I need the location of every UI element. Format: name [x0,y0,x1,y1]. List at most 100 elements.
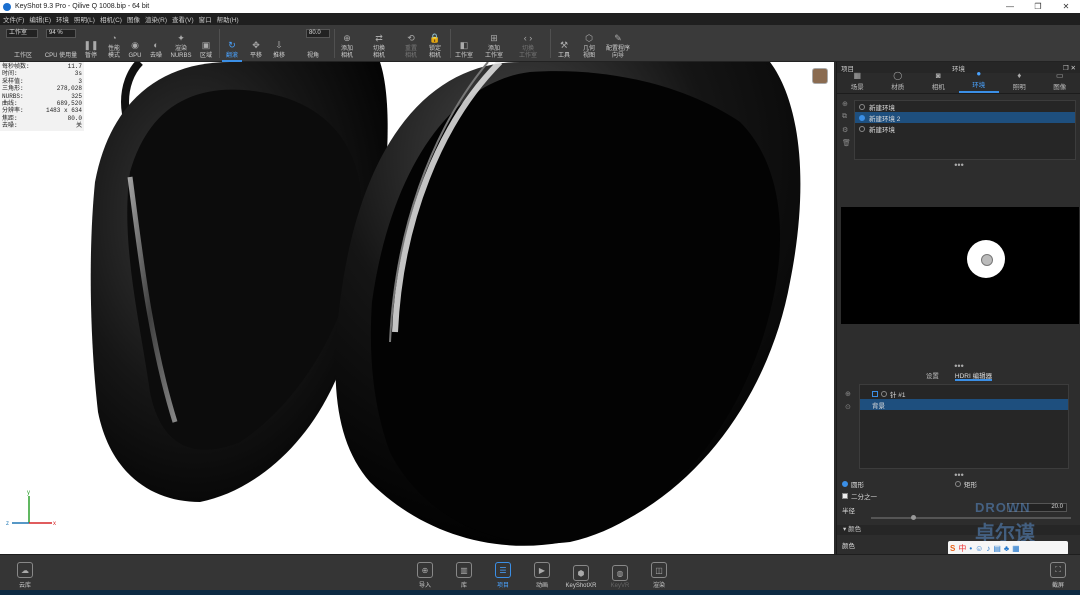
cpu-usage-button[interactable]: CPU 使用量 [43,27,79,60]
tab-environment[interactable]: ● 环境 [958,69,999,93]
cloud-icon: ☁ [17,562,33,578]
stat-value: 3s [74,70,82,78]
perspective-button[interactable]: 视角 [296,27,330,60]
screenshot-button[interactable]: ⛶ 截屏 [1043,559,1073,589]
target-icon[interactable]: ⊙ [845,401,851,414]
environment-name: 新建环境 [869,126,895,134]
menu-window[interactable]: 窗口 [199,14,212,24]
hdri-preview[interactable] [841,207,1079,324]
dolly-button[interactable]: ⇩ 推移 [269,27,289,60]
tab-image-label: 图像 [1053,84,1067,91]
add-camera-button[interactable]: ⊕ 添加 相机 [336,27,358,60]
stat-value: 1483 x 634 [45,107,82,115]
shape-round-option[interactable]: 圆形 [842,479,864,489]
panel-title-project: 项目 [841,65,854,73]
render-viewport[interactable]: 每秒帧数: 11.7 时间: 3s 采样值: 3 三角形: 278,028 NURBS:… [0,62,834,554]
menu-camera[interactable]: 相机(C) [100,14,122,24]
keyshot-logo-icon [3,2,11,11]
panel-window-controls[interactable]: ❐ ✕ [1063,64,1076,72]
hdri-side-tools: ⊕ ⊙ [845,388,851,414]
splitter-handle[interactable]: ••• [837,362,1080,371]
delete-icon[interactable]: 🗑 [842,139,852,152]
menu-image[interactable]: 图像 [127,14,140,24]
menu-lighting[interactable]: 照明(L) [74,14,95,24]
ime-toolbar[interactable]: S 中 • ☺ ♪ ▤ ♣ ▦ [948,541,1068,555]
cloud-library-button[interactable]: ☁ 云库 [10,559,40,589]
ribbon-toolbar: 工作室 工作区 94 % CPU 使用量 ❚❚ 暂停 ◔ 性能 模式 ◉ GPU ◐ 去… [0,25,1080,62]
viewport-overlay-button[interactable] [812,68,828,84]
tab-lighting[interactable]: ♦ 照明 [999,71,1040,93]
keyvr-label: KeyVR [610,583,630,589]
menu-environment[interactable]: 环境 [56,14,69,24]
half-checkbox[interactable]: 二分之一 [842,491,877,501]
region-button[interactable]: ▣ 区域 [196,27,216,60]
render-nurbs-button[interactable]: ✦ 渲染 NURBS [169,27,193,60]
gpu-label: GPU [128,53,142,59]
list-item[interactable]: 针 #1 [860,388,1068,399]
denoise-button[interactable]: ◐ 去噪 [146,27,166,60]
tab-scene[interactable]: ▦ 场景 [837,71,878,93]
ime-keyboard-icon: ▤ [993,543,1001,553]
pause-button[interactable]: ❚❚ 暂停 [82,27,100,60]
tumble-icon: ↻ [228,39,236,50]
render-button[interactable]: ◫ 渲染 [644,559,674,589]
radio-icon [859,114,865,121]
library-button[interactable]: ▥ 库 [449,559,479,589]
maximize-icon[interactable]: ❐ [1024,0,1052,13]
keyshotxr-button[interactable]: ⬢ KeyShotXR [565,559,597,589]
studio-button[interactable]: ◧ 工作室 [452,27,476,60]
menu-edit[interactable]: 编辑(E) [29,14,51,24]
stat-triangles: 三角形: 278,028 [2,85,82,92]
camera-add-icon: ⊕ [343,32,351,43]
performance-mode-button[interactable]: ◔ 性能 模式 [103,27,125,60]
checkbox-icon[interactable] [872,390,878,397]
stat-label: NURBS: [2,92,24,100]
settings-icon[interactable]: ⚙ [842,126,852,139]
workspace-button[interactable]: 工作区 [8,27,38,60]
switch-camera-button[interactable]: ⇄ 切换 相机 [368,27,390,60]
pan-button[interactable]: ✥ 平移 [246,27,266,60]
project-button[interactable]: ☰ 项目 [488,559,518,589]
animation-button[interactable]: ▶ 动画 [527,559,557,589]
menu-file[interactable]: 文件(F) [3,14,24,24]
studio-label: 工作室 [454,53,473,59]
list-item[interactable]: 新建环境 2 [855,112,1075,123]
tumble-button[interactable]: ↻ 翻滚 [222,27,242,62]
add-studio-button[interactable]: ⊞ 添加 工作室 [481,27,507,60]
shape-rect-option[interactable]: 矩形 [955,479,977,489]
configurator-wizard-button[interactable]: ✎ 配置程序 向导 [602,27,634,60]
lock-camera-label: 锁定 相机 [428,46,441,59]
menu-view[interactable]: 查看(V) [172,14,194,24]
close-icon[interactable]: ✕ [1052,0,1080,13]
gpu-button[interactable]: ◉ GPU [127,27,143,60]
reset-camera-button[interactable]: ⟲ 重置 相机 [400,27,422,60]
list-item[interactable]: 背景 [860,399,1068,410]
add-pin-icon[interactable]: ⊕ [845,388,851,401]
menu-help[interactable]: 帮助(H) [217,14,239,24]
list-icon: ☰ [495,562,511,578]
tab-camera[interactable]: ◙ 相机 [918,71,959,93]
minimize-icon[interactable]: — [996,0,1024,13]
list-item[interactable]: 新建环境 [855,101,1075,112]
lock-camera-button[interactable]: 🔒 锁定 相机 [424,27,446,60]
splitter-handle[interactable]: ••• [837,161,1080,170]
reset-camera-label: 重置 相机 [404,46,417,59]
hdri-item-label: 背景 [872,402,885,410]
radius-slider-knob[interactable] [911,515,916,520]
camera-reset-icon: ⟲ [407,32,415,43]
add-environment-icon[interactable]: ⊕ [842,100,852,113]
tab-image[interactable]: ▭ 图像 [1040,71,1080,93]
tab-material[interactable]: ◯ 材质 [878,71,919,93]
list-item[interactable]: 新建环境 [855,123,1075,134]
geometry-view-button[interactable]: ⬡ 几何 视图 [578,27,600,60]
import-button[interactable]: ⊕ 导入 [410,559,440,589]
duplicate-environment-icon[interactable]: ⧉ [842,113,852,126]
menu-render[interactable]: 渲染(R) [145,14,167,24]
tools-button[interactable]: ⚒ 工具 [555,27,573,60]
switch-studio-button[interactable]: ‹ › 切换 工作室 [514,27,542,60]
keyvr-button[interactable]: ◍ KeyVR [605,559,635,589]
splitter-handle[interactable]: ••• [837,471,1080,480]
pan-icon: ✥ [252,39,260,50]
tab-hdri-editor[interactable]: HDRI 编辑器 [954,370,993,381]
tab-settings[interactable]: 设置 [926,370,939,381]
